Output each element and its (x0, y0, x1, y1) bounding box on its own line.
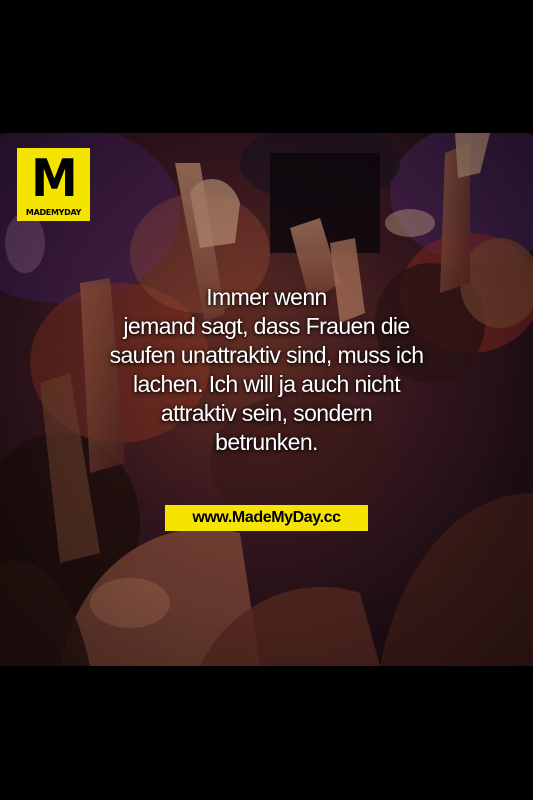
quote-line: lachen. Ich will ja auch nicht (132, 371, 401, 397)
quote-line: saufen unattraktiv sind, muss ich (109, 342, 424, 368)
quote-text: Immer wenn jemand sagt, dass Frauen die … (30, 283, 503, 457)
logo-brand-text: MADEMYDAY (25, 208, 82, 217)
quote-line: attraktiv sein, sondern (160, 400, 373, 426)
quote-line: Immer wenn (206, 284, 327, 310)
made-my-day-logo: M MADEMYDAY (17, 148, 90, 221)
quote-line: betrunken. (215, 429, 318, 455)
meme-image: M MADEMYDAY Immer wenn jemand sagt, dass… (0, 133, 533, 666)
logo-letter: M (31, 149, 78, 209)
website-url-banner: www.MadeMyDay.cc (165, 505, 368, 531)
quote-line: jemand sagt, dass Frauen die (123, 313, 410, 339)
